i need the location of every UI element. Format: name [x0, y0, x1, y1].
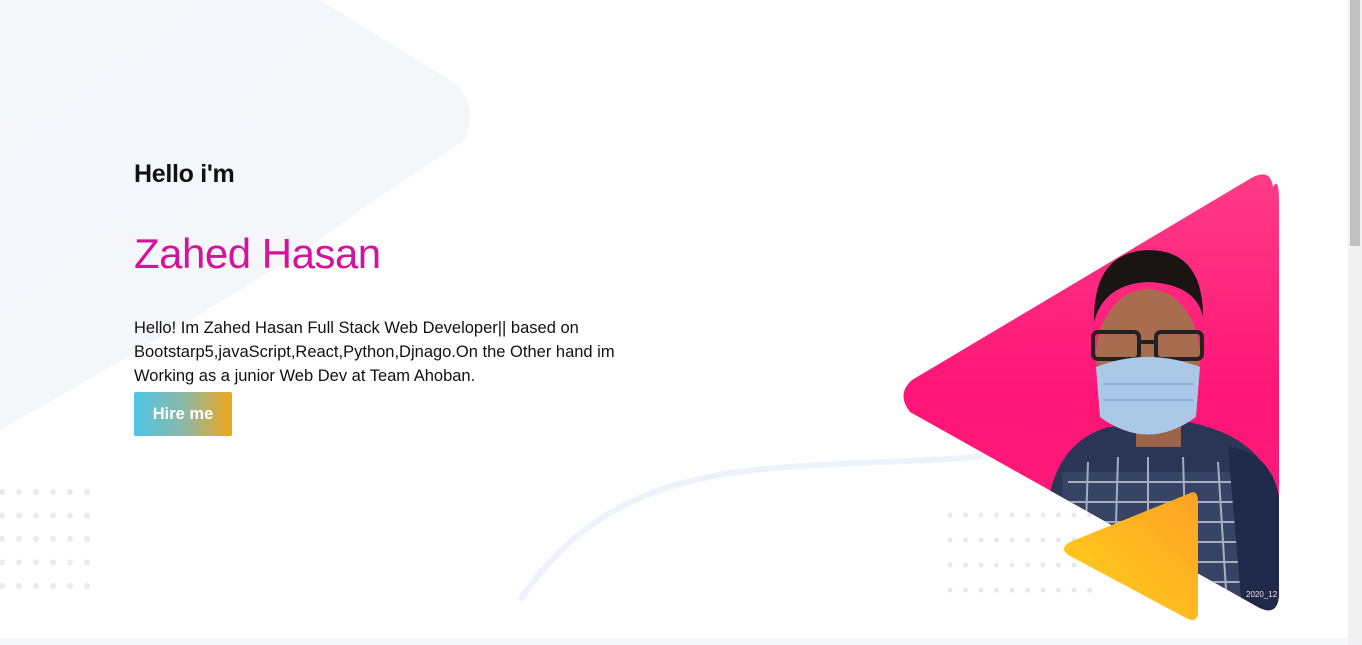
dot — [16, 489, 22, 495]
dot — [84, 512, 90, 519]
hero-name: Zahed Hasan — [134, 230, 381, 277]
dot — [84, 489, 90, 495]
dot — [67, 512, 73, 519]
dot — [84, 536, 90, 542]
vertical-scrollbar[interactable] — [1348, 0, 1362, 645]
dot — [33, 559, 39, 566]
dot — [50, 583, 56, 589]
dot — [16, 512, 22, 519]
dot — [0, 559, 5, 566]
dot — [33, 583, 39, 589]
dot — [0, 536, 5, 542]
dot — [0, 489, 5, 495]
dot — [84, 583, 90, 589]
hire-me-button[interactable]: Hire me — [134, 392, 232, 436]
dot — [67, 583, 73, 589]
dot — [16, 559, 22, 566]
dot — [67, 536, 73, 542]
dot — [84, 559, 90, 566]
dot — [16, 583, 22, 589]
dot — [67, 489, 73, 495]
scrollbar-thumb[interactable] — [1350, 0, 1360, 246]
dot — [50, 559, 56, 566]
dot — [33, 512, 39, 519]
dot — [33, 489, 39, 495]
greeting: Hello i'm — [134, 160, 235, 188]
photo-timestamp: 2020_12 — [1246, 590, 1278, 599]
section-divider — [0, 638, 1348, 645]
dot — [33, 536, 39, 542]
intro-paragraph: Hello! Im Zahed Hasan Full Stack Web Dev… — [134, 319, 615, 385]
dot — [0, 512, 5, 519]
dot — [0, 583, 5, 589]
hero-image: 2020_12 — [903, 174, 1279, 620]
dot — [50, 512, 56, 519]
dot — [50, 489, 56, 495]
dot-grid-left — [0, 489, 90, 589]
dot — [50, 536, 56, 542]
dot — [16, 536, 22, 542]
dot — [67, 559, 73, 566]
page: Hello i'm Zahed Hasan Hello! Im Zahed Ha… — [0, 0, 1348, 645]
